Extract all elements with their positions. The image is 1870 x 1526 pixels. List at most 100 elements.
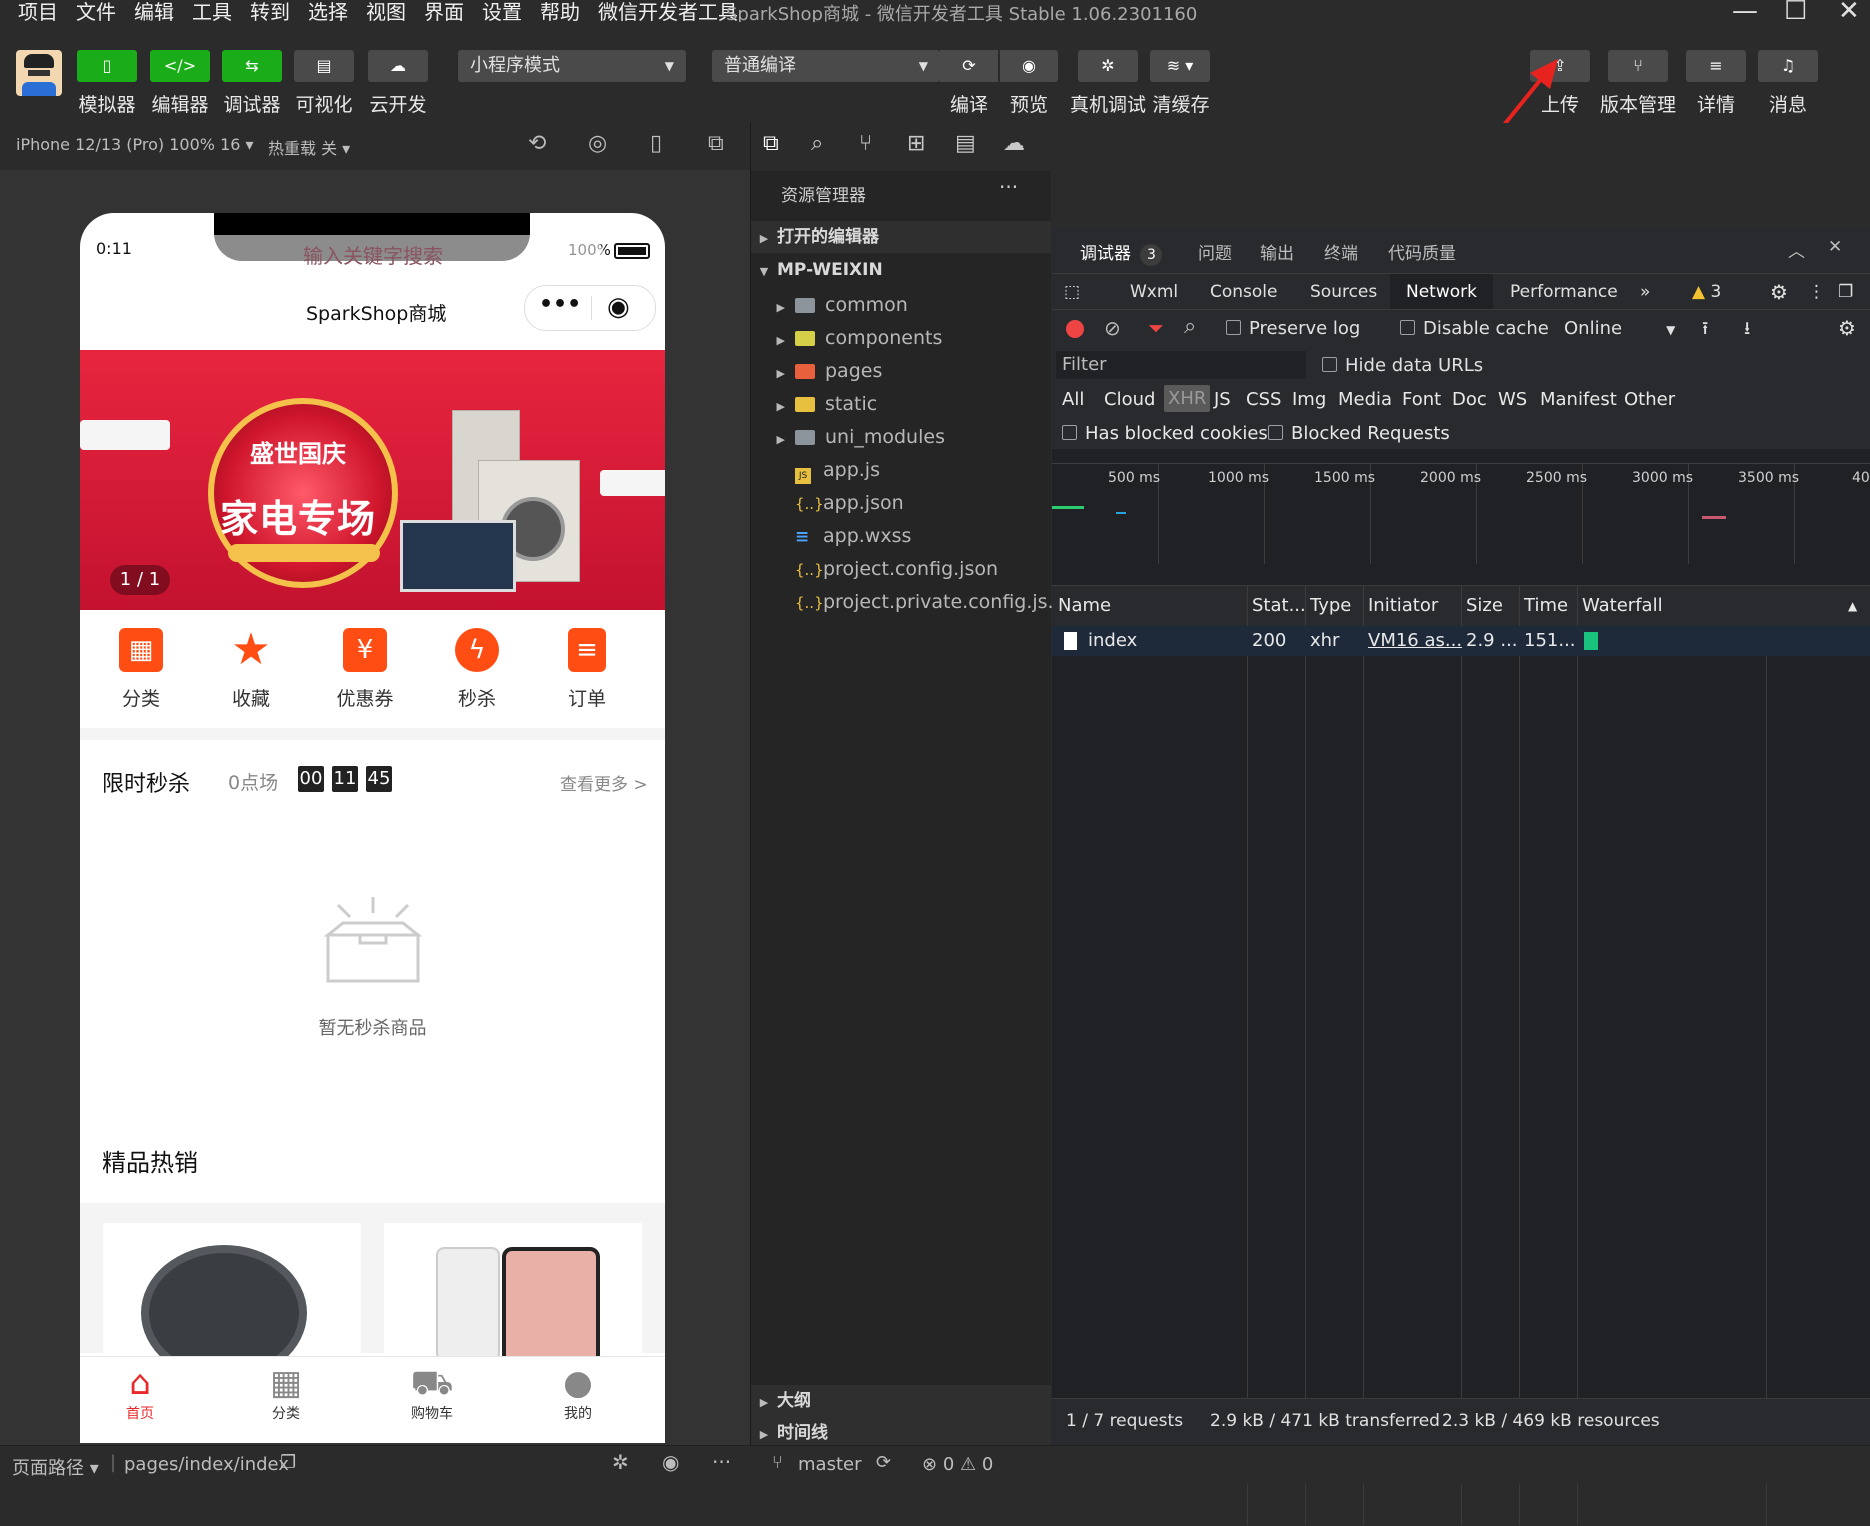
type-css[interactable]: CSS	[1246, 389, 1281, 410]
product-card[interactable]	[384, 1223, 642, 1365]
files-icon[interactable]: ⧉	[763, 131, 779, 156]
cloud-dev-button[interactable]: ☁	[368, 50, 428, 82]
type-img[interactable]: Img	[1292, 389, 1326, 410]
open-editors-section[interactable]: ▶ 打开的编辑器	[751, 221, 1051, 253]
menu-view[interactable]: 视图	[366, 2, 406, 22]
outline-section[interactable]: ▶ 大纲	[751, 1385, 1051, 1417]
menu-help[interactable]: 帮助	[540, 2, 580, 22]
tab-performance[interactable]: Performance	[1510, 274, 1618, 310]
page-path-select[interactable]: 页面路径 ▾	[12, 1454, 99, 1480]
type-other[interactable]: Other	[1624, 389, 1675, 410]
more-icon[interactable]: •••	[539, 292, 581, 317]
tab-issues[interactable]: 问题	[1198, 239, 1232, 264]
compile-button[interactable]: ⟳	[940, 50, 998, 82]
editor-toggle-button[interactable]: </>	[150, 50, 210, 82]
settings-icon[interactable]: ⚙	[1770, 274, 1788, 310]
tab-sources[interactable]: Sources	[1310, 274, 1377, 310]
type-all[interactable]: All	[1062, 389, 1084, 410]
has-blocked-cookies-checkbox[interactable]: Has blocked cookies	[1062, 423, 1268, 444]
tree-item-static[interactable]: ▶ static	[751, 388, 1051, 421]
tab-mine[interactable]: ● 我的	[518, 1363, 638, 1423]
dock-icon[interactable]: ❐	[1838, 274, 1853, 310]
coupon-item[interactable]: ¥ 优惠券	[320, 628, 410, 711]
menu-goto[interactable]: 转到	[250, 2, 290, 22]
device-select[interactable]: iPhone 12/13 (Pro) 100% 16 ▾	[16, 135, 254, 154]
menu-select[interactable]: 选择	[308, 2, 348, 22]
project-section[interactable]: ▼ MP-WEIXIN	[751, 254, 1051, 286]
type-manifest[interactable]: Manifest	[1540, 389, 1617, 410]
throttle-select[interactable]: Online ▼	[1564, 318, 1675, 339]
warnings-indicator[interactable]: ▲ 3	[1692, 274, 1721, 310]
git-branch[interactable]: master	[798, 1454, 861, 1475]
hide-data-urls-checkbox[interactable]: Hide data URLs	[1322, 355, 1483, 376]
rotate-icon[interactable]: ⟲	[528, 131, 546, 156]
disable-cache-checkbox[interactable]: Disable cache	[1400, 318, 1549, 339]
tree-item-pages[interactable]: ▶ pages	[751, 355, 1051, 388]
more-icon[interactable]: ···	[712, 1450, 731, 1474]
clear-cache-button[interactable]: ≋ ▾	[1150, 50, 1210, 82]
tab-console[interactable]: Console	[1210, 274, 1278, 310]
clear-icon[interactable]: ⊘	[1104, 316, 1121, 340]
source-control-icon[interactable]: ⑂	[859, 131, 872, 156]
compile-select[interactable]: 普通编译 ▼	[712, 50, 940, 82]
menu-edit[interactable]: 编辑	[134, 2, 174, 22]
eye-icon[interactable]: ◉	[662, 1450, 679, 1474]
inspect-icon[interactable]: ⬚	[1064, 274, 1080, 310]
details-button[interactable]: ≡	[1686, 50, 1746, 82]
search-input[interactable]: 输入关键字搜索	[142, 235, 604, 277]
tree-item-components[interactable]: ▶ components	[751, 322, 1051, 355]
tree-item-common[interactable]: ▶ common	[751, 289, 1051, 322]
col-status[interactable]: Stat...	[1252, 586, 1306, 626]
menu-wechat-devtools[interactable]: 微信开发者工具	[598, 2, 738, 22]
tab-category[interactable]: ▦ 分类	[226, 1363, 346, 1423]
tab-wxml[interactable]: Wxml	[1130, 274, 1178, 310]
row-initiator-link[interactable]: VM16 as...	[1368, 630, 1462, 651]
tree-item-app-js[interactable]: JS app.js	[751, 454, 1051, 487]
tree-item-app-json[interactable]: {..}app.json	[751, 487, 1051, 520]
col-time[interactable]: Time	[1524, 586, 1568, 626]
close-panel-icon[interactable]: ✕	[1828, 237, 1842, 257]
device-icon[interactable]: ▯	[650, 131, 662, 156]
hot-reload-select[interactable]: 热重载 关 ▾	[268, 135, 350, 159]
record-icon[interactable]	[1066, 320, 1084, 338]
kebab-menu-icon[interactable]: ⋮	[1808, 274, 1825, 310]
network-settings-icon[interactable]: ⚙	[1838, 316, 1856, 340]
menu-project[interactable]: 项目	[18, 2, 58, 22]
tab-home[interactable]: ⌂ 首页	[80, 1363, 200, 1423]
type-cloud[interactable]: Cloud	[1104, 389, 1155, 410]
bug-icon[interactable]: ✲	[612, 1450, 629, 1474]
tab-code-quality[interactable]: 代码质量	[1388, 239, 1456, 264]
filter-input[interactable]: Filter	[1056, 351, 1306, 379]
tree-item-project-private-config[interactable]: {..}project.private.config.js...	[751, 586, 1066, 619]
col-name[interactable]: Name	[1058, 586, 1111, 626]
filter-icon[interactable]: ⏷	[1148, 316, 1164, 340]
tree-item-uni-modules[interactable]: ▶ uni_modules	[751, 421, 1051, 454]
table-row[interactable]: index 200 xhr VM16 as... 2.9 ... 151...	[1052, 626, 1870, 656]
tree-item-app-wxss[interactable]: ≡ app.wxss	[751, 520, 1051, 553]
type-doc[interactable]: Doc	[1452, 389, 1487, 410]
preview-button[interactable]: ◉	[1000, 50, 1058, 82]
flash-sale-item[interactable]: ϟ 秒杀	[432, 628, 522, 711]
remote-debug-button[interactable]: ✲	[1078, 50, 1138, 82]
view-more-link[interactable]: 查看更多 >	[560, 770, 648, 795]
col-initiator[interactable]: Initiator	[1368, 586, 1438, 626]
export-icon[interactable]: ⭳	[1744, 316, 1750, 346]
menu-interface[interactable]: 界面	[424, 2, 464, 22]
sync-icon[interactable]: ⟳	[876, 1452, 891, 1473]
more-actions-icon[interactable]: ···	[999, 175, 1018, 199]
debugger-toggle-button[interactable]: ⇆	[222, 50, 282, 82]
search-icon[interactable]: ⌕	[1184, 314, 1196, 339]
home-banner[interactable]: 盛世国庆 家电专场 1 / 1	[80, 350, 665, 610]
type-ws[interactable]: WS	[1498, 389, 1527, 410]
copy-icon[interactable]: ❐	[280, 1452, 296, 1473]
blocked-requests-checkbox[interactable]: Blocked Requests	[1268, 423, 1450, 444]
tab-network[interactable]: Network	[1390, 274, 1493, 310]
sort-ascending-icon[interactable]: ▲	[1848, 586, 1857, 626]
avatar[interactable]	[16, 50, 62, 96]
simulator-toggle-button[interactable]: ▯	[77, 50, 137, 82]
stop-icon[interactable]: ◎	[588, 131, 607, 156]
menu-tools[interactable]: 工具	[192, 2, 232, 22]
col-waterfall[interactable]: Waterfall	[1582, 586, 1663, 626]
orders-item[interactable]: ≡ 订单	[542, 628, 632, 711]
tab-cart[interactable]: ⛟ 购物车	[372, 1363, 492, 1423]
